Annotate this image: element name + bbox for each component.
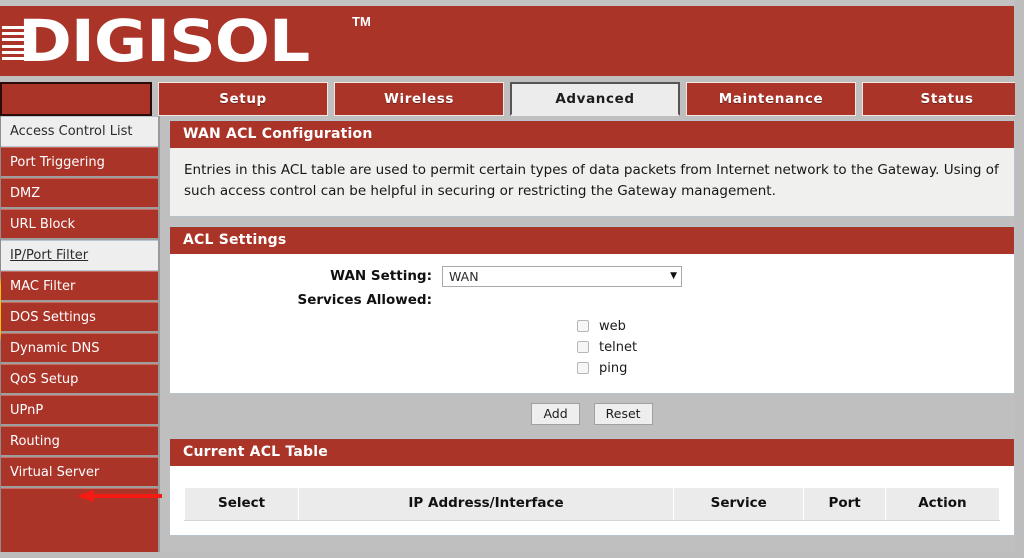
add-button[interactable]: Add bbox=[531, 403, 580, 425]
sidebar-label-virtual-server: Virtual Server bbox=[10, 464, 100, 480]
sidebar-filler bbox=[1, 488, 158, 558]
sidebar-item-ip-port-filter[interactable]: IP/Port Filter bbox=[1, 240, 158, 271]
wan-setting-row: WAN Setting: WAN ▼ bbox=[184, 266, 1000, 287]
current-acl-table-title: Current ACL Table bbox=[170, 439, 1014, 466]
sidebar-label-port-triggering: Port Triggering bbox=[10, 154, 105, 170]
screen-edge-bottom bbox=[0, 552, 1024, 558]
checkbox-ping[interactable] bbox=[577, 362, 589, 374]
wan-acl-configuration-title: WAN ACL Configuration bbox=[170, 121, 1014, 148]
sidebar-item-port-triggering[interactable]: Port Triggering bbox=[1, 147, 158, 178]
screen-edge-right bbox=[1015, 0, 1024, 558]
checkbox-web[interactable] bbox=[577, 320, 589, 332]
screen-edge-top bbox=[0, 0, 1024, 6]
sidebar-label-qos-setup: QoS Setup bbox=[10, 371, 79, 387]
wan-acl-configuration-panel: WAN ACL Configuration Entries in this AC… bbox=[169, 120, 1015, 217]
sidebar-label-access-control-list: Access Control List bbox=[10, 124, 133, 139]
acl-action-buttons: Add Reset bbox=[169, 403, 1015, 425]
sidebar-label-dynamic-dns: Dynamic DNS bbox=[10, 340, 100, 356]
sidebar-label-url-block: URL Block bbox=[10, 216, 76, 232]
sidebar-item-dmz[interactable]: DMZ bbox=[1, 178, 158, 209]
sidebar-item-url-block[interactable]: URL Block bbox=[1, 209, 158, 240]
sidebar-item-upnp[interactable]: UPnP bbox=[1, 395, 158, 426]
tab-wireless[interactable]: Wireless bbox=[334, 82, 504, 116]
trademark-symbol: TM bbox=[352, 14, 371, 29]
tab-setup-label: Setup bbox=[219, 91, 267, 107]
service-label-web: web bbox=[599, 318, 626, 334]
sidebar-label-routing: Routing bbox=[10, 433, 60, 449]
column-header-select: Select bbox=[183, 487, 300, 521]
wan-setting-label: WAN Setting: bbox=[330, 268, 432, 284]
service-option-ping[interactable]: ping bbox=[577, 358, 1000, 378]
service-label-ping: ping bbox=[599, 360, 628, 376]
services-allowed-row: Services Allowed: bbox=[184, 290, 1000, 311]
sidebar-item-qos-setup[interactable]: QoS Setup bbox=[1, 364, 158, 395]
tab-status[interactable]: Status bbox=[862, 82, 1024, 116]
sidebar-item-dos-settings[interactable]: DOS Settings bbox=[1, 302, 158, 333]
service-option-telnet[interactable]: telnet bbox=[577, 337, 1000, 357]
chevron-down-icon: ▼ bbox=[670, 271, 677, 281]
tab-blank[interactable] bbox=[0, 82, 152, 116]
acl-settings-body: WAN Setting: WAN ▼ Services Allowed: web bbox=[170, 254, 1014, 393]
current-acl-table-panel: Current ACL Table Select IP Address/Inte… bbox=[169, 438, 1015, 536]
sidebar-label-dmz: DMZ bbox=[10, 185, 41, 201]
services-allowed-label: Services Allowed: bbox=[297, 292, 432, 308]
wan-setting-select[interactable]: WAN ▼ bbox=[442, 266, 682, 287]
tab-maintenance-label: Maintenance bbox=[718, 91, 824, 107]
reset-button[interactable]: Reset bbox=[593, 403, 653, 425]
current-acl-table-body: Select IP Address/Interface Service Port… bbox=[170, 466, 1014, 535]
tab-maintenance[interactable]: Maintenance bbox=[686, 82, 856, 116]
main-content: WAN ACL Configuration Entries in this AC… bbox=[160, 116, 1024, 558]
sidebar-label-upnp: UPnP bbox=[10, 402, 44, 418]
sidebar-label-ip-port-filter: IP/Port Filter bbox=[10, 248, 89, 263]
main-nav-tabs: Setup Wireless Advanced Maintenance Stat… bbox=[0, 82, 1024, 116]
sidebar-label-dos-settings: DOS Settings bbox=[10, 309, 96, 325]
sidebar-item-mac-filter[interactable]: MAC Filter bbox=[1, 271, 158, 302]
column-header-ip-address-interface: IP Address/Interface bbox=[298, 487, 674, 521]
table-header-row: Select IP Address/Interface Service Port… bbox=[183, 487, 1001, 521]
tab-wireless-label: Wireless bbox=[384, 91, 454, 107]
digisol-logo: DIGISOL bbox=[0, 8, 310, 74]
column-header-port: Port bbox=[803, 487, 886, 521]
tab-status-label: Status bbox=[920, 91, 974, 107]
services-allowed-list: web telnet ping bbox=[577, 316, 1000, 378]
sidebar-label-mac-filter: MAC Filter bbox=[10, 278, 76, 294]
service-label-telnet: telnet bbox=[599, 339, 638, 355]
sidebar-item-dynamic-dns[interactable]: Dynamic DNS bbox=[1, 333, 158, 364]
tab-advanced-label: Advanced bbox=[555, 91, 635, 107]
wan-acl-configuration-description: Entries in this ACL table are used to pe… bbox=[170, 148, 1014, 216]
acl-settings-panel: ACL Settings WAN Setting: WAN ▼ Services… bbox=[169, 226, 1015, 394]
service-option-web[interactable]: web bbox=[577, 316, 1000, 336]
checkbox-telnet[interactable] bbox=[577, 341, 589, 353]
tab-setup[interactable]: Setup bbox=[158, 82, 328, 116]
router-admin-screen: DIGISOL TM Setup Wireless Advanced Maint… bbox=[0, 0, 1024, 558]
tab-advanced[interactable]: Advanced bbox=[510, 82, 680, 116]
current-acl-table: Select IP Address/Interface Service Port… bbox=[183, 487, 1001, 521]
sidebar-item-routing[interactable]: Routing bbox=[1, 426, 158, 457]
wan-setting-value: WAN bbox=[449, 269, 479, 284]
advanced-sidebar: Access Control List Port Triggering DMZ … bbox=[0, 116, 160, 558]
column-header-service: Service bbox=[672, 487, 805, 521]
column-header-action: Action bbox=[884, 487, 1001, 521]
page-body: Access Control List Port Triggering DMZ … bbox=[0, 116, 1024, 558]
sidebar-item-virtual-server[interactable]: Virtual Server bbox=[1, 457, 158, 488]
acl-settings-title: ACL Settings bbox=[170, 227, 1014, 254]
brand-wordmark: DIGISOL bbox=[18, 7, 310, 75]
sidebar-item-access-control-list[interactable]: Access Control List bbox=[1, 116, 158, 147]
brand-header: DIGISOL TM bbox=[0, 6, 1014, 76]
